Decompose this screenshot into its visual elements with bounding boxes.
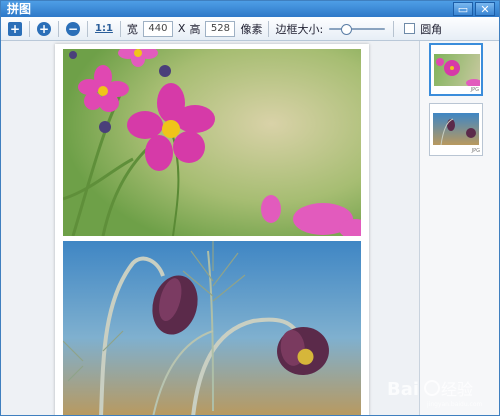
cosmos-flower-photo[interactable]	[63, 49, 361, 236]
height-label: 高	[189, 22, 201, 36]
rounded-corner-label: 圆角	[420, 22, 443, 36]
title-bar: 拼图 ▭ ✕	[1, 1, 499, 17]
cosmos-flower-image	[63, 49, 361, 236]
pasque-flower-image	[63, 241, 361, 415]
toolbar-divider	[58, 20, 59, 37]
close-button[interactable]: ✕	[475, 2, 495, 16]
unit-label: 像素	[240, 22, 263, 36]
toolbar-divider	[119, 20, 121, 37]
thumbnail-1[interactable]: JPG	[429, 43, 483, 96]
thumbnail-2-tag: JPG	[471, 148, 480, 154]
thumbnail-panel: JPG JPG	[419, 41, 499, 415]
width-input[interactable]: 440	[142, 20, 173, 37]
svg-text:Bai: Bai	[387, 379, 419, 400]
border-size-label: 边框大小:	[275, 22, 324, 36]
toolbar: + + − 1:1 宽 440 X 高 528 像素 边框大小: 圆角	[1, 17, 499, 41]
actual-size-button[interactable]: 1:1	[95, 23, 113, 34]
zoom-in-icon[interactable]: +	[37, 21, 51, 36]
toolbar-divider	[87, 20, 88, 37]
height-input[interactable]: 528	[205, 20, 236, 37]
thumbnail-1-image	[434, 54, 480, 86]
svg-text:经验: 经验	[441, 380, 473, 399]
canvas-area	[1, 41, 419, 415]
toolbar-divider	[393, 20, 395, 37]
baidu-watermark-logo: Bai 经验 jingyan.baidu.com	[387, 379, 483, 408]
slider-track	[329, 27, 386, 30]
svg-text:jingyan.baidu.com: jingyan.baidu.com	[426, 401, 483, 408]
toolbar-divider	[268, 20, 270, 37]
thumbnail-1-art	[436, 58, 480, 86]
collage-canvas	[55, 44, 369, 415]
thumbnail-1-tag: JPG	[470, 87, 479, 93]
thumbnail-2-image	[433, 113, 479, 145]
border-size-slider[interactable]	[329, 23, 386, 35]
thumbnail-2[interactable]: JPG	[429, 103, 483, 156]
restore-icon: ▭	[457, 3, 469, 16]
window-title: 拼图	[7, 2, 32, 16]
times-label: X	[177, 22, 186, 35]
width-label: 宽	[126, 22, 138, 36]
add-image-icon[interactable]: +	[8, 21, 22, 36]
close-icon: ✕	[480, 3, 490, 16]
toolbar-divider	[29, 20, 30, 37]
puzzle-window: 拼图 ▭ ✕ + + − 1:1 宽 440 X 高 528 像素 边框大小: …	[0, 0, 500, 416]
zoom-out-icon[interactable]: −	[66, 21, 80, 36]
rounded-corner-checkbox[interactable]	[404, 23, 416, 34]
pasque-flower-photo[interactable]	[63, 241, 361, 415]
thumbnail-2-art	[440, 118, 476, 145]
slider-thumb[interactable]	[341, 23, 353, 35]
restore-button[interactable]: ▭	[453, 2, 473, 16]
